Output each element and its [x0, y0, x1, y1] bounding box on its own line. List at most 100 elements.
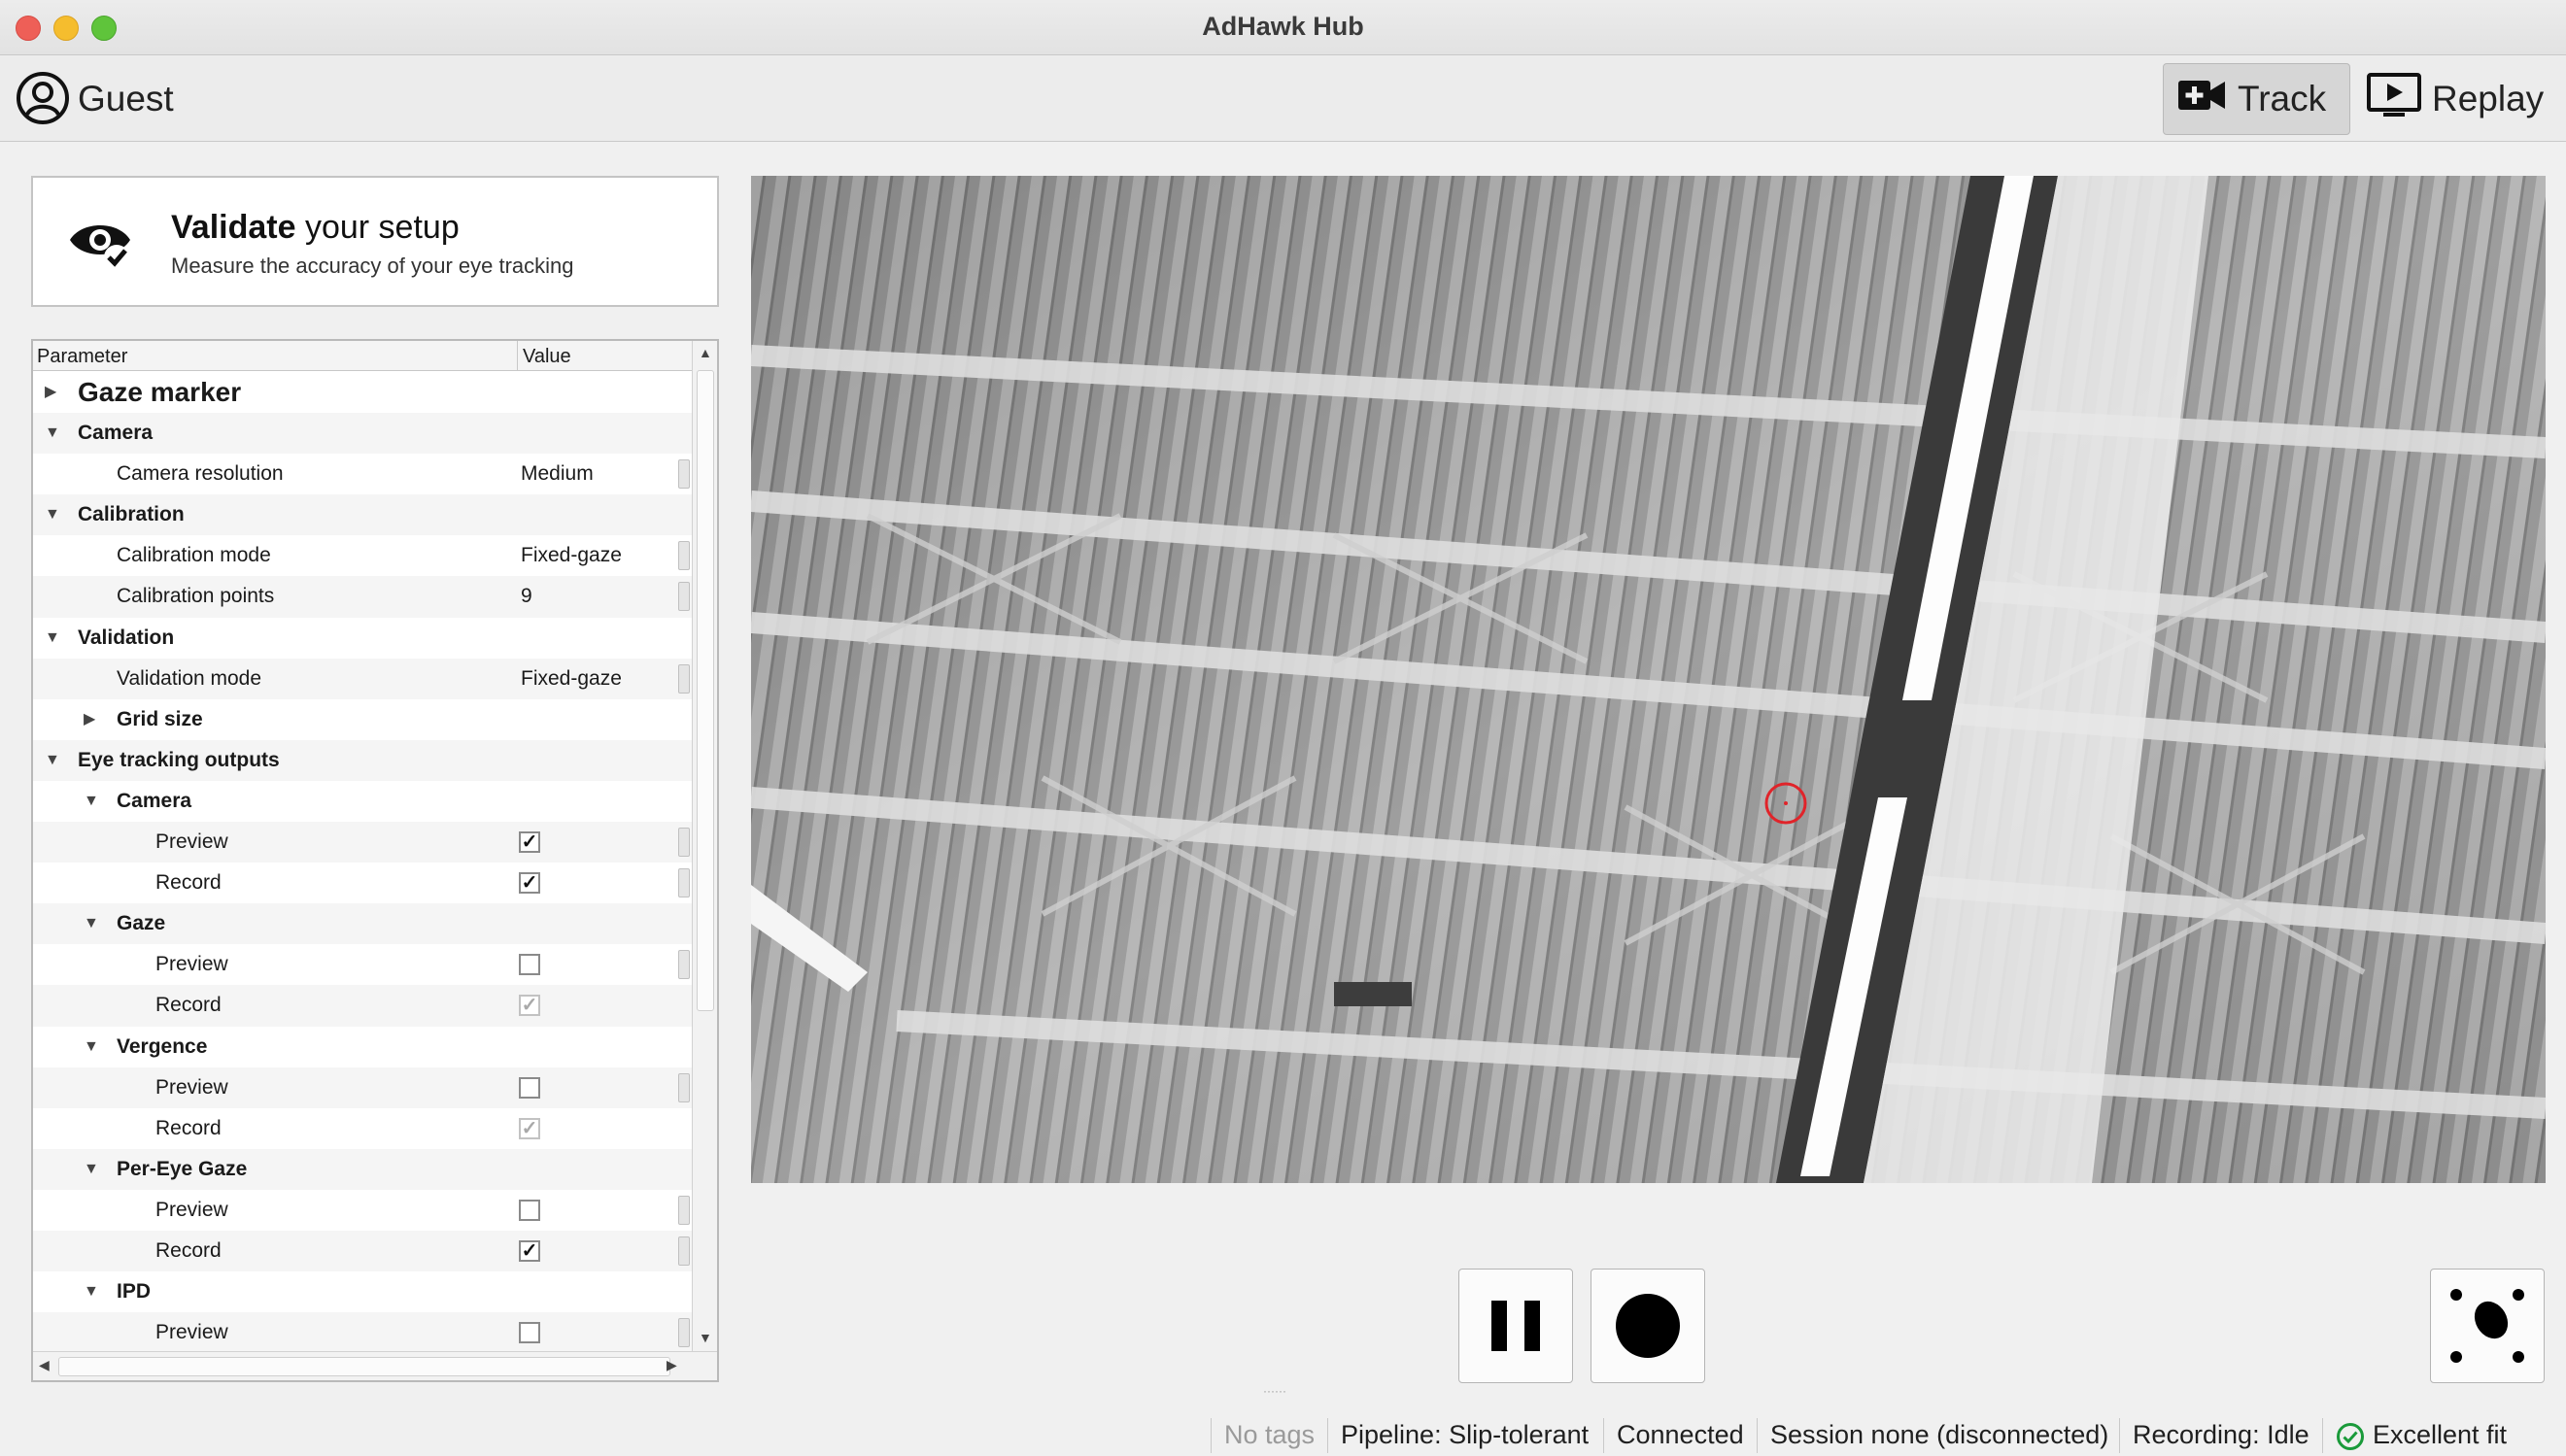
validate-setup-card[interactable]: Validate your setup Measure the accuracy… — [31, 176, 719, 307]
row-reset-handle[interactable] — [678, 828, 690, 858]
tree-row-checkbox[interactable]: ✓ — [519, 872, 540, 895]
tree-row[interactable]: Preview — [33, 1190, 692, 1231]
parameter-tree[interactable]: Parameter Value ▶ Gaze marker ▼ Camera Camer… — [31, 339, 719, 1382]
status-pipeline[interactable]: Pipeline: Slip-tolerant — [1341, 1420, 1589, 1450]
tree-row-label: Grid size — [117, 707, 203, 730]
tree-row[interactable]: Calibration mode Fixed-gaze — [33, 535, 692, 576]
tree-row-checkbox[interactable]: ✓ — [519, 831, 540, 854]
tree-row[interactable]: Camera resolution Medium — [33, 454, 692, 494]
tree-row-label: Preview — [155, 1198, 228, 1221]
row-reset-handle[interactable] — [678, 541, 690, 571]
tree-row-checkbox[interactable]: ✓ — [519, 1239, 540, 1262]
expand-arrow-icon[interactable]: ▼ — [84, 903, 99, 944]
tree-row[interactable]: Record ✓ — [33, 863, 692, 903]
status-session: Session none (disconnected) — [1770, 1420, 2109, 1449]
tree-row[interactable]: Preview — [33, 944, 692, 985]
expand-arrow-icon[interactable]: ▼ — [84, 1027, 99, 1067]
column-divider[interactable] — [517, 341, 518, 370]
tree-row[interactable]: ▼ IPD — [33, 1271, 692, 1312]
tree-row[interactable]: ▶ Grid size — [33, 699, 692, 740]
tree-row-label: Vergence — [117, 1034, 208, 1058]
tree-row[interactable]: ▼ Per-Eye Gaze — [33, 1148, 692, 1190]
tree-row[interactable]: Calibration points 9 — [33, 576, 692, 618]
splitter-handle[interactable]: ······ — [1263, 1384, 1302, 1398]
tree-row-label: Camera — [117, 789, 192, 812]
tree-row-checkbox[interactable] — [519, 1322, 540, 1344]
setup-subtitle: Measure the accuracy of your eye trackin… — [171, 254, 574, 278]
tree-row-label: Preview — [155, 1321, 228, 1344]
tree-row[interactable]: Record ✓ — [33, 1108, 692, 1149]
expand-arrow-icon[interactable]: ▼ — [84, 1149, 99, 1190]
tree-row-label: IPD — [117, 1280, 152, 1304]
user-name[interactable]: Guest — [78, 79, 174, 119]
vertical-scrollbar[interactable]: ▲ ▼ — [692, 341, 717, 1351]
track-button[interactable]: Track — [2163, 63, 2350, 135]
calibrate-button[interactable] — [2430, 1269, 2545, 1383]
calibration-dots-icon — [2450, 1289, 2524, 1363]
tree-row[interactable]: Preview — [33, 1067, 692, 1108]
row-reset-handle[interactable] — [678, 663, 690, 694]
expand-arrow-icon[interactable]: ▼ — [84, 781, 99, 822]
tree-row[interactable]: Record ✓ — [33, 985, 692, 1027]
tree-row[interactable]: ▼ Vergence — [33, 1027, 692, 1067]
tree-row-value[interactable]: 9 — [521, 576, 532, 617]
replay-button[interactable]: Replay — [2354, 63, 2549, 135]
tree-row[interactable]: ▼ Camera — [33, 413, 692, 455]
scroll-right-arrow-icon[interactable]: ▶ — [667, 1357, 677, 1373]
row-reset-handle[interactable] — [678, 1072, 690, 1102]
expand-arrow-icon[interactable]: ▼ — [45, 494, 60, 535]
scene-camera-view[interactable] — [751, 176, 2546, 1183]
scroll-up-arrow-icon[interactable]: ▲ — [699, 345, 712, 360]
tree-row-label: Camera — [78, 422, 154, 445]
column-header-parameter[interactable]: Parameter — [37, 346, 127, 368]
tree-row[interactable]: ▼ Camera — [33, 781, 692, 822]
row-reset-handle[interactable] — [678, 1318, 690, 1348]
tree-row-value[interactable]: Fixed-gaze — [521, 535, 622, 576]
tree-row[interactable]: Validation mode Fixed-gaze — [33, 658, 692, 699]
check-circle-icon — [2336, 1422, 2365, 1456]
tree-row[interactable]: ▼ Gaze — [33, 903, 692, 945]
tree-row[interactable]: ▼ Validation — [33, 618, 692, 659]
status-fit: Excellent fit — [2373, 1420, 2508, 1449]
collapse-arrow-icon[interactable]: ▶ — [84, 699, 95, 740]
column-header-value[interactable]: Value — [523, 346, 571, 368]
tree-row[interactable]: ▼ Eye tracking outputs — [33, 739, 692, 781]
row-reset-handle[interactable] — [678, 868, 690, 898]
status-tags[interactable]: No tags — [1224, 1420, 1315, 1450]
row-reset-handle[interactable] — [678, 950, 690, 980]
expand-arrow-icon[interactable]: ▼ — [45, 618, 60, 659]
vertical-scroll-thumb[interactable] — [697, 370, 714, 1011]
expand-arrow-icon[interactable]: ▼ — [84, 1271, 99, 1312]
tree-header: Parameter Value — [33, 341, 692, 371]
tree-row[interactable]: Preview — [33, 1312, 692, 1354]
tree-row-value[interactable]: Fixed-gaze — [521, 659, 622, 699]
tree-row[interactable]: ▶ Gaze marker — [33, 372, 692, 413]
horizontal-scroll-thumb[interactable] — [58, 1357, 670, 1376]
row-reset-handle[interactable] — [678, 459, 690, 490]
row-reset-handle[interactable] — [678, 582, 690, 612]
collapse-arrow-icon[interactable]: ▶ — [45, 372, 56, 413]
tree-row-label: Calibration points — [117, 585, 275, 608]
tree-row-checkbox[interactable] — [519, 954, 540, 976]
pause-icon — [1491, 1301, 1540, 1351]
horizontal-scrollbar[interactable]: ◀ ▶ — [33, 1351, 717, 1380]
tree-row-checkbox[interactable] — [519, 1199, 540, 1221]
tree-row-value[interactable]: Medium — [521, 454, 594, 494]
row-reset-handle[interactable] — [678, 1195, 690, 1225]
tree-row-checkbox[interactable] — [519, 1076, 540, 1099]
tree-row-label: Eye tracking outputs — [78, 748, 280, 771]
tree-row[interactable]: Record ✓ — [33, 1230, 692, 1272]
row-reset-handle[interactable] — [678, 1236, 690, 1266]
status-divider — [2119, 1418, 2120, 1453]
expand-arrow-icon[interactable]: ▼ — [45, 413, 60, 454]
tree-row[interactable]: Preview ✓ — [33, 822, 692, 863]
scroll-down-arrow-icon[interactable]: ▼ — [699, 1330, 712, 1345]
record-button[interactable] — [1591, 1269, 1705, 1383]
expand-arrow-icon[interactable]: ▼ — [45, 740, 60, 781]
scroll-left-arrow-icon[interactable]: ◀ — [39, 1357, 50, 1373]
pause-button[interactable] — [1458, 1269, 1573, 1383]
tree-row[interactable]: ▼ Calibration — [33, 494, 692, 536]
tree-row-label: Preview — [155, 1075, 228, 1099]
user-circle-icon[interactable] — [16, 71, 70, 125]
tree-row-label: Record — [155, 994, 222, 1017]
